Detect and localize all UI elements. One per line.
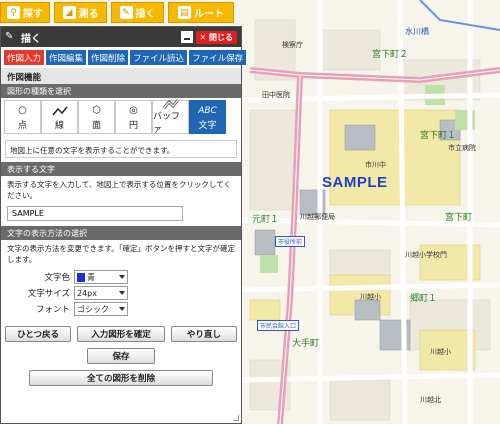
map-label-hospital: 市立病院	[448, 144, 476, 152]
tab-file-save[interactable]: ファイル保存	[189, 50, 247, 65]
map-label-kawagoe-sho: 川越小	[430, 348, 451, 356]
close-button[interactable]: ✕ 閉じる	[195, 30, 237, 44]
font-select[interactable]: ゴシック	[74, 302, 128, 316]
save-row: 保存	[1, 348, 241, 364]
redo-button[interactable]: やり直し	[170, 326, 237, 342]
route-button-label: ルート	[194, 9, 224, 20]
shape-point[interactable]: ○ 点	[4, 100, 41, 134]
shape-point-label: 点	[17, 120, 27, 131]
map-label-kawanishi: 川越小学校門	[405, 251, 447, 259]
shape-description: 地図上に任意の文字を表示することができます。	[5, 140, 237, 158]
chevron-down-icon	[119, 291, 125, 295]
text-icon: ABC	[198, 105, 217, 116]
shape-circle-label: 円	[128, 120, 138, 131]
line-icon	[51, 104, 68, 118]
map-label-kawagoe-post: 川越郵便局	[300, 213, 335, 221]
size-label: 文字サイズ	[27, 289, 70, 299]
chevron-down-icon	[119, 275, 125, 279]
font-label: フォント	[35, 305, 70, 315]
color-label: 文字色	[44, 273, 70, 283]
shape-buffer[interactable]: バッファ	[152, 99, 189, 135]
ruler-icon: ◢	[62, 6, 76, 19]
shape-line-label: 線	[54, 120, 64, 131]
map-sign-city-hall-entrance: 市民会館入口	[257, 320, 300, 331]
circle-icon: ◎	[129, 105, 138, 116]
delete-row: 全ての図形を削除	[1, 370, 241, 386]
bus-icon: ▤	[178, 6, 191, 19]
search-icon: ⚲	[7, 6, 20, 19]
text-input[interactable]	[7, 206, 183, 221]
map-label-kiyosu: 検察庁	[282, 41, 303, 49]
tab-file-load[interactable]: ファイル読込	[130, 50, 188, 65]
style-instructions: 文字の表示方法を変更できます。「確定」ボタンを押すと文字が確定します。	[7, 244, 235, 264]
pencil-icon: ✎	[5, 31, 14, 42]
tab-draw-edit[interactable]: 作図編集	[46, 50, 87, 65]
map-sample-text[interactable]: SAMPLE	[322, 174, 388, 191]
action-buttons: ひとつ戻る 入力図形を確定 やり直し	[1, 326, 241, 342]
map-label-shinkawa: 川越小	[360, 293, 381, 301]
map-label-school-mid: 市川中	[365, 161, 386, 169]
save-button[interactable]: 保存	[87, 348, 155, 364]
delete-all-button[interactable]: 全ての図形を削除	[29, 370, 213, 386]
shape-text[interactable]: ABC 文字	[189, 100, 226, 134]
shape-circle[interactable]: ◎ 円	[115, 100, 152, 134]
font-value: ゴシック	[77, 304, 109, 314]
font-row: フォント ゴシック	[1, 302, 241, 316]
panel-title: 描く	[21, 33, 41, 45]
map-label-goucho: 郷町１	[410, 294, 438, 304]
search-button-label: 探す	[23, 9, 43, 20]
undo-button[interactable]: ひとつ戻る	[5, 326, 72, 342]
route-button[interactable]: ▤ ルート	[168, 2, 234, 23]
map-label-ochiai: 水川橋	[405, 27, 429, 36]
shape-type-heading: 図形の種類を選択	[1, 84, 241, 98]
map-sign-city-office: 市役所前	[275, 236, 306, 247]
map-label-honcho: 大手町	[292, 339, 320, 349]
shape-text-label: 文字	[198, 120, 217, 131]
panel-tabs: 作図入力 作図編集 作図削除 ファイル読込 ファイル保存	[1, 47, 247, 68]
map-label-tanaka-clinic: 田中医院	[262, 91, 290, 99]
tab-draw-input[interactable]: 作図入力	[4, 50, 45, 65]
color-select[interactable]: 青	[74, 270, 128, 284]
shape-polygon-label: 面	[91, 120, 101, 131]
shape-selector: ○ 点 線 ⬡ 面 ◎ 円 バッファ ABC 文字	[1, 98, 241, 136]
section-title: 作図機能	[1, 68, 241, 84]
confirm-shape-button[interactable]: 入力図形を確定	[77, 326, 165, 342]
draw-panel: ✎ 描く ✕ 閉じる 作図入力 作図編集 作図削除 ファイル読込 ファイル保存 …	[0, 26, 247, 424]
size-row: 文字サイズ 24px	[1, 286, 241, 300]
draw-button-label: 描く	[135, 9, 156, 20]
measure-button-label: 測る	[78, 9, 99, 20]
color-value: 青	[87, 272, 95, 282]
polygon-icon: ⬡	[92, 105, 101, 116]
map-label-miyashita2: 宮下町２	[372, 50, 409, 60]
minimize-button[interactable]	[180, 31, 193, 43]
panel-title-bar[interactable]: ✎ 描く ✕ 閉じる	[1, 27, 241, 47]
shape-buffer-label: バッファ	[153, 112, 181, 135]
search-button[interactable]: ⚲ 探す	[0, 2, 50, 23]
color-row: 文字色 青	[1, 270, 241, 284]
main-toolbar: ⚲ 探す ◢ 測る ✎ 描く ▤ ルート	[0, 2, 234, 23]
size-value: 24px	[77, 288, 97, 298]
map-label-motomachi1: 元町１	[252, 215, 280, 225]
shape-polygon[interactable]: ⬡ 面	[78, 100, 115, 134]
shape-line[interactable]: 線	[41, 100, 78, 134]
style-section-heading: 文字の表示方法の選択	[1, 226, 241, 240]
color-swatch	[77, 272, 85, 282]
measure-button[interactable]: ◢ 測る	[54, 2, 107, 23]
map-label-area-east: 宮下町	[445, 213, 473, 223]
map-label-kawagoe-bank: 川越北	[420, 396, 441, 404]
draw-button[interactable]: ✎ 描く	[111, 2, 164, 23]
map-label-miyashita1: 宮下町１	[420, 131, 457, 141]
size-select[interactable]: 24px	[74, 286, 128, 300]
tab-draw-delete[interactable]: 作図削除	[88, 50, 129, 65]
resize-handle[interactable]	[233, 415, 239, 421]
text-section-heading: 表示する文字	[1, 162, 241, 176]
text-instructions: 表示する文字を入力して、地図上で表示する位置をクリックしてください。	[7, 180, 231, 200]
point-icon: ○	[18, 105, 27, 116]
chevron-down-icon	[119, 307, 125, 311]
buffer-icon	[162, 99, 179, 109]
pencil-icon: ✎	[119, 6, 133, 19]
close-button-label: 閉じる	[209, 32, 233, 42]
